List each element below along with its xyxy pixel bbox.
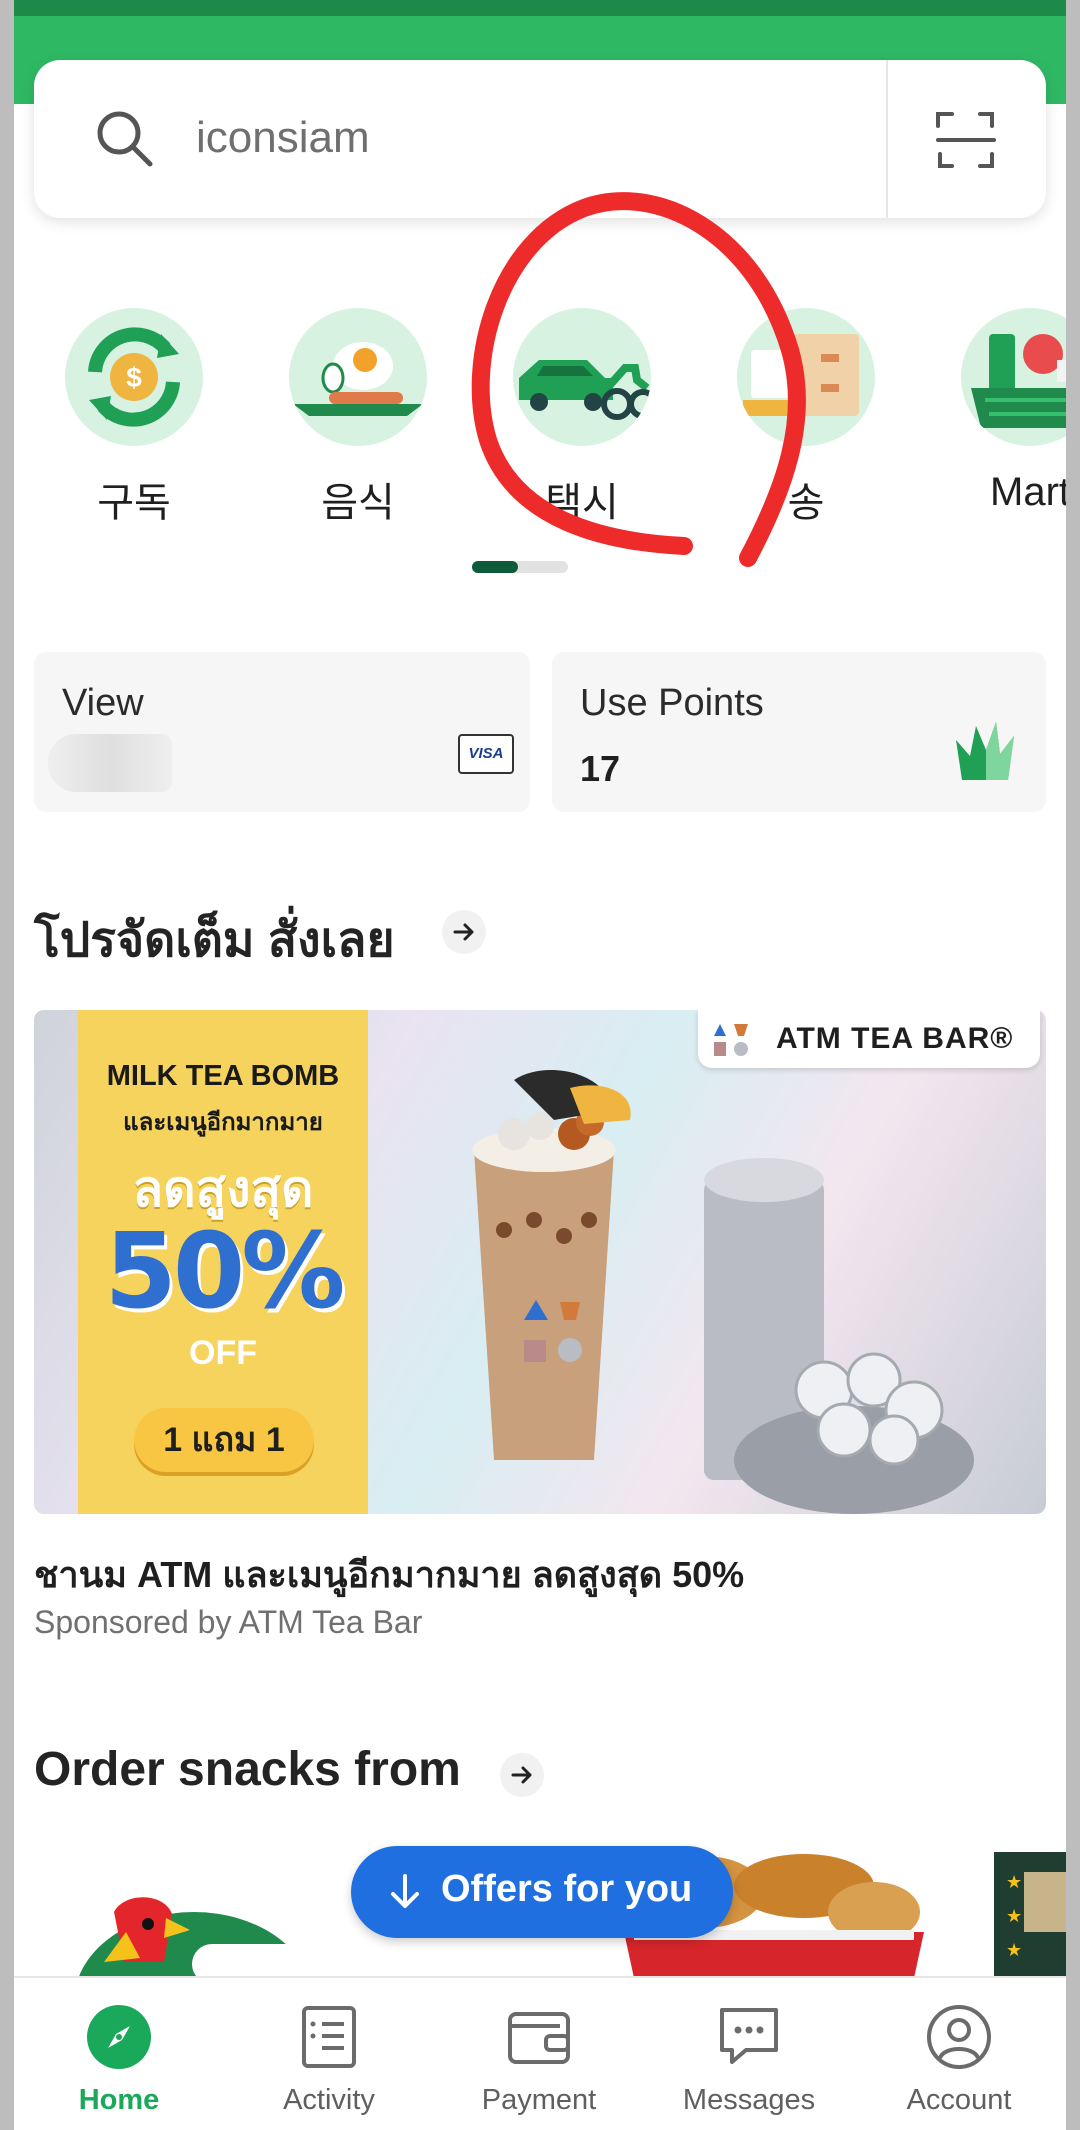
banner-discount: 50% [104, 1210, 346, 1332]
banner-offer-panel: MILK TEA BOMB และเมนูอีกมากมาย ลดสูงสุด … [78, 1010, 368, 1514]
offers-for-you-button[interactable]: Offers for you [351, 1846, 733, 1938]
snacks-section-arrow[interactable] [500, 1753, 544, 1797]
points-crown-icon [956, 722, 1014, 780]
svg-text:$: $ [126, 362, 142, 393]
category-label: 음식 [321, 481, 395, 525]
category-row: $ 구독 음식 택시 송 Mart [14, 300, 1066, 530]
search-icon [97, 111, 153, 167]
category-label: Mart [990, 470, 1066, 514]
arrow-right-icon [511, 1766, 532, 1784]
nav-label: Activity [283, 2084, 375, 2116]
nav-payment[interactable]: Payment [434, 1978, 644, 2130]
promo-item-sponsor: Sponsored by ATM Tea Bar [34, 1604, 423, 1640]
arrow-down-icon [391, 1874, 419, 1908]
nav-account[interactable]: Account [854, 1978, 1064, 2130]
category-label: 구독 [97, 481, 171, 525]
pager-thumb [472, 561, 518, 573]
parrot-store-thumbnail [78, 1897, 392, 1978]
payment-card[interactable]: View VISA [34, 652, 530, 812]
offers-for-you-label: Offers for you [441, 1868, 693, 1910]
compass-icon [87, 2005, 151, 2069]
category-food[interactable]: 음식 [262, 300, 442, 530]
search-bar[interactable] [34, 60, 1046, 218]
status-bar [14, 0, 1066, 16]
nav-home[interactable]: Home [14, 1978, 224, 2130]
atm-tea-bar-logo [714, 1024, 748, 1056]
banner-off: OFF [189, 1334, 257, 1372]
subscription-icon: $ [65, 308, 203, 446]
brand-name: ATM TEA BAR® [776, 1022, 1014, 1055]
banner-line1: MILK TEA BOMB [106, 1060, 340, 1092]
snacks-section-title[interactable]: Order snacks from [34, 1742, 461, 1797]
category-delivery[interactable]: 송 [710, 300, 890, 530]
sushi-store-thumbnail: ★ ★ ★ [994, 1852, 1066, 1978]
category-mart[interactable]: Mart [934, 300, 1066, 530]
svg-text:★: ★ [1006, 1906, 1022, 1927]
activity-icon [302, 2006, 356, 2068]
nav-label: Payment [481, 2084, 597, 2116]
milk-tea-illustration [472, 1070, 974, 1514]
promo-section-arrow[interactable] [442, 910, 486, 954]
arrow-right-icon [453, 923, 474, 941]
taxi-icon [513, 308, 651, 446]
mart-icon [961, 308, 1066, 446]
payment-card-title: View [62, 682, 144, 724]
search-divider [886, 60, 888, 218]
wallet-icon [508, 2012, 570, 2064]
svg-text:★: ★ [1006, 1872, 1022, 1893]
bottom-nav: Home Activity Payment Messages Account [14, 1976, 1066, 2130]
masked-card-number [48, 734, 172, 792]
category-subscription[interactable]: $ 구독 [38, 300, 218, 530]
nav-label: Account [906, 2084, 1012, 2116]
scan-icon[interactable] [934, 108, 998, 172]
nav-label: Home [78, 2084, 160, 2116]
banner-line2: และเมนูอีกมากมาย [123, 1109, 323, 1136]
food-icon [289, 308, 427, 446]
messages-icon [720, 2008, 778, 2064]
nav-messages[interactable]: Messages [644, 1978, 854, 2130]
promo-banner[interactable]: MILK TEA BOMB และเมนูอีกมากมาย ลดสูงสุด … [34, 1010, 1046, 1514]
delivery-icon [737, 308, 875, 446]
nav-label: Messages [682, 2084, 816, 2116]
search-input[interactable] [196, 106, 876, 170]
account-icon [927, 2005, 991, 2069]
points-card[interactable]: Use Points 17 [552, 652, 1046, 812]
brand-badge: ATM TEA BAR® [698, 1010, 1040, 1068]
promo-item-title[interactable]: ชานม ATM และเมนูอีกมากมาย ลดสูงสุด 50% [34, 1546, 744, 1603]
category-taxi[interactable]: 택시 [486, 300, 666, 530]
svg-text:★: ★ [1006, 1940, 1022, 1961]
promo-section-title[interactable]: โปรจัดเต็ม สั่งเลย [34, 902, 395, 978]
visa-icon: VISA [458, 734, 514, 774]
banner-deal: 1 แถม 1 [134, 1408, 314, 1472]
nav-activity[interactable]: Activity [224, 1978, 434, 2130]
category-label: 송 [787, 481, 825, 525]
points-card-title: Use Points [580, 682, 764, 724]
app-screen: $ 구독 음식 [14, 0, 1066, 2130]
points-value: 17 [580, 748, 621, 789]
category-label: 택시 [545, 481, 619, 525]
category-pager [472, 561, 568, 573]
